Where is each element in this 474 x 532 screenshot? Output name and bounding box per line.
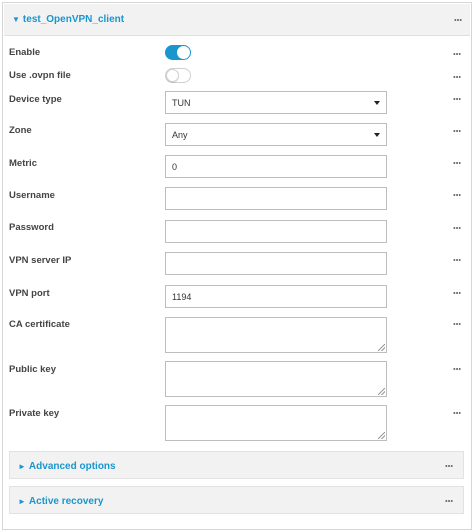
toggle-knob — [166, 69, 179, 82]
username-menu-dots-icon[interactable] — [453, 194, 461, 196]
ca-cert-textarea[interactable] — [165, 317, 387, 353]
username-input[interactable] — [165, 187, 387, 210]
port-menu-dots-icon[interactable] — [453, 292, 461, 294]
public-key-textarea[interactable] — [165, 361, 387, 397]
server-ip-input[interactable] — [165, 252, 387, 275]
zone-label: Zone — [9, 125, 32, 136]
private-key-textarea[interactable] — [165, 405, 387, 441]
caret-right-icon: ► — [18, 462, 26, 471]
caret-down-icon — [374, 101, 380, 105]
active-recovery-text: Active recovery — [28, 496, 104, 507]
server-ip-menu-dots-icon[interactable] — [453, 259, 461, 261]
server-ip-label: VPN server IP — [9, 255, 72, 266]
metric-input[interactable]: 0 — [165, 155, 387, 178]
enable-menu-dots-icon[interactable] — [453, 53, 461, 55]
device-type-menu-dots-icon[interactable] — [453, 98, 461, 100]
enable-toggle[interactable] — [165, 45, 191, 60]
device-type-value: TUN — [172, 98, 191, 108]
use-ovpn-toggle[interactable] — [165, 68, 191, 83]
metric-menu-dots-icon[interactable] — [453, 162, 461, 164]
caret-down-icon — [374, 133, 380, 137]
resize-grip-icon[interactable] — [378, 432, 385, 439]
advanced-options-title[interactable]: ► Advanced options — [18, 461, 116, 472]
advanced-options-panel[interactable]: ► Advanced options — [9, 451, 464, 479]
public-key-menu-dots-icon[interactable] — [453, 368, 461, 370]
ca-cert-label: CA certificate — [9, 319, 70, 330]
password-menu-dots-icon[interactable] — [453, 227, 461, 229]
password-label: Password — [9, 222, 54, 233]
more-dots-icon[interactable] — [445, 500, 453, 502]
caret-down-icon: ▼ — [12, 15, 20, 24]
more-dots-icon[interactable] — [454, 19, 462, 21]
port-label: VPN port — [9, 288, 50, 299]
private-key-menu-dots-icon[interactable] — [453, 412, 461, 414]
device-type-label: Device type — [9, 94, 62, 105]
private-key-label: Private key — [9, 408, 60, 419]
zone-value: Any — [172, 130, 188, 140]
zone-select[interactable]: Any — [165, 123, 387, 146]
username-label: Username — [9, 190, 55, 201]
caret-right-icon: ► — [18, 497, 26, 506]
advanced-options-text: Advanced options — [28, 461, 116, 472]
public-key-label: Public key — [9, 364, 56, 375]
toggle-knob — [177, 46, 190, 59]
active-recovery-panel[interactable]: ► Active recovery — [9, 486, 464, 514]
section-title-text: test_OpenVPN_client — [22, 14, 125, 25]
password-input[interactable] — [165, 220, 387, 243]
resize-grip-icon[interactable] — [378, 388, 385, 395]
use-ovpn-label: Use .ovpn file — [9, 70, 71, 81]
more-dots-icon[interactable] — [445, 465, 453, 467]
resize-grip-icon[interactable] — [378, 344, 385, 351]
use-ovpn-menu-dots-icon[interactable] — [453, 76, 461, 78]
active-recovery-title[interactable]: ► Active recovery — [18, 496, 103, 507]
device-type-select[interactable]: TUN — [165, 91, 387, 114]
panel-header[interactable]: ▼ test_OpenVPN_client — [4, 4, 470, 36]
port-value: 1194 — [172, 292, 192, 302]
port-input[interactable]: 1194 — [165, 285, 387, 308]
metric-label: Metric — [9, 158, 37, 169]
enable-label: Enable — [9, 47, 41, 58]
section-title[interactable]: ▼ test_OpenVPN_client — [12, 14, 124, 25]
zone-menu-dots-icon[interactable] — [453, 130, 461, 132]
ca-cert-menu-dots-icon[interactable] — [453, 323, 461, 325]
metric-value: 0 — [172, 162, 178, 172]
